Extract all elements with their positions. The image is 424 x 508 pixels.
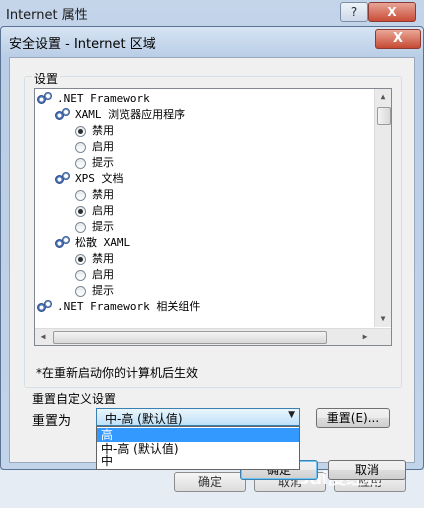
tree-row-label: XAML 浏览器应用程序 <box>75 108 186 121</box>
settings-gear-icon <box>55 236 71 250</box>
radio-button[interactable] <box>75 157 86 169</box>
reset-level-select[interactable]: 中-高 (默认值) ▼ <box>96 408 300 426</box>
settings-gear-icon <box>55 108 71 122</box>
security-settings-dialog: 安全设置 - Internet 区域 X 设置 .NET Framework X… <box>0 26 424 480</box>
dropdown-option-high[interactable]: 高 <box>97 428 299 442</box>
tree-row-label: .NET Framework 相关组件 <box>57 300 201 313</box>
horizontal-scroll-thumb[interactable] <box>53 331 327 344</box>
tree-row-label: 启用 <box>92 204 114 217</box>
settings-gear-icon <box>37 300 53 314</box>
restart-note: *在重新启动你的计算机后生效 <box>36 366 199 380</box>
tree-row-label: 启用 <box>92 140 114 153</box>
outer-ok-button[interactable]: 确定 <box>174 472 246 492</box>
radio-button[interactable] <box>75 189 86 201</box>
radio-button-selected[interactable] <box>75 253 86 265</box>
dialog-title: 安全设置 - Internet 区域 <box>9 37 156 52</box>
tree-row-label: 松散 XAML <box>75 236 131 249</box>
settings-tree[interactable]: .NET Framework XAML 浏览器应用程序 禁用 启用 提示 XPS… <box>34 88 392 346</box>
reset-level-dropdown-list[interactable]: 高 中-高 (默认值) 中 <box>96 426 300 470</box>
outer-window-title: Internet 属性 <box>6 8 88 23</box>
tree-row-label: 提示 <box>92 156 114 169</box>
tree-row-label: .NET Framework <box>57 92 150 105</box>
settings-gear-icon <box>55 172 71 186</box>
tree-setting-loose-xaml: 松散 XAML <box>55 235 130 251</box>
tree-row-label: 禁用 <box>92 252 114 265</box>
dialog-close-button[interactable]: X <box>375 29 421 49</box>
reset-level-value: 中-高 (默认值) <box>105 412 183 426</box>
radio-button[interactable] <box>75 221 86 233</box>
outer-help-button[interactable]: ? <box>340 2 368 22</box>
radio-button-selected[interactable] <box>75 125 86 137</box>
radio-button[interactable] <box>75 269 86 281</box>
tree-option[interactable]: 提示 <box>75 283 114 299</box>
radio-button[interactable] <box>75 285 86 297</box>
tree-option[interactable]: 启用 <box>75 267 114 283</box>
scroll-down-arrow-icon[interactable]: ▼ <box>377 313 389 325</box>
scroll-right-arrow-icon[interactable]: ▶ <box>359 331 371 343</box>
dialog-client-area: 设置 .NET Framework XAML 浏览器应用程序 禁用 启用 提示 … <box>9 57 415 480</box>
tree-category-dotnet: .NET Framework <box>37 91 150 107</box>
vertical-scrollbar[interactable]: ▲ ▼ <box>374 89 391 327</box>
radio-button-selected[interactable] <box>75 205 86 217</box>
tree-option[interactable]: 禁用 <box>75 123 114 139</box>
settings-gear-icon <box>37 92 53 106</box>
vertical-scroll-thumb[interactable] <box>377 107 391 125</box>
tree-option[interactable]: 提示 <box>75 219 114 235</box>
tree-category-dotnet-related: .NET Framework 相关组件 <box>37 299 200 315</box>
tree-row-label: XPS 文档 <box>75 172 124 185</box>
tree-option[interactable]: 禁用 <box>75 187 114 203</box>
tree-option[interactable]: 启用 <box>75 139 114 155</box>
horizontal-scrollbar[interactable]: ◀ ▶ <box>35 328 391 345</box>
tree-row-label: 禁用 <box>92 124 114 137</box>
tree-row-label: 启用 <box>92 268 114 281</box>
reset-button[interactable]: 重置(E)... <box>316 408 390 428</box>
tree-row-label: 禁用 <box>92 188 114 201</box>
tree-row-label: 提示 <box>92 284 114 297</box>
tree-option[interactable]: 提示 <box>75 155 114 171</box>
tree-option[interactable]: 禁用 <box>75 251 114 267</box>
radio-button[interactable] <box>75 141 86 153</box>
outer-close-button[interactable]: X <box>368 2 416 22</box>
dropdown-option-medium[interactable]: 中 <box>97 454 299 468</box>
tree-row-label: 提示 <box>92 220 114 233</box>
cancel-button[interactable]: 取消 <box>328 460 406 480</box>
settings-group-label: 设置 <box>32 70 61 87</box>
tree-setting-xaml-browser: XAML 浏览器应用程序 <box>55 107 185 123</box>
tree-option[interactable]: 启用 <box>75 203 114 219</box>
scroll-up-arrow-icon[interactable]: ▲ <box>377 91 389 103</box>
chevron-down-icon[interactable]: ▼ <box>288 410 295 420</box>
reset-group-label: 重置自定义设置 <box>32 392 117 406</box>
reset-to-label: 重置为 <box>32 414 72 429</box>
tree-setting-xps: XPS 文档 <box>55 171 124 187</box>
scroll-left-arrow-icon[interactable]: ◀ <box>37 331 49 343</box>
